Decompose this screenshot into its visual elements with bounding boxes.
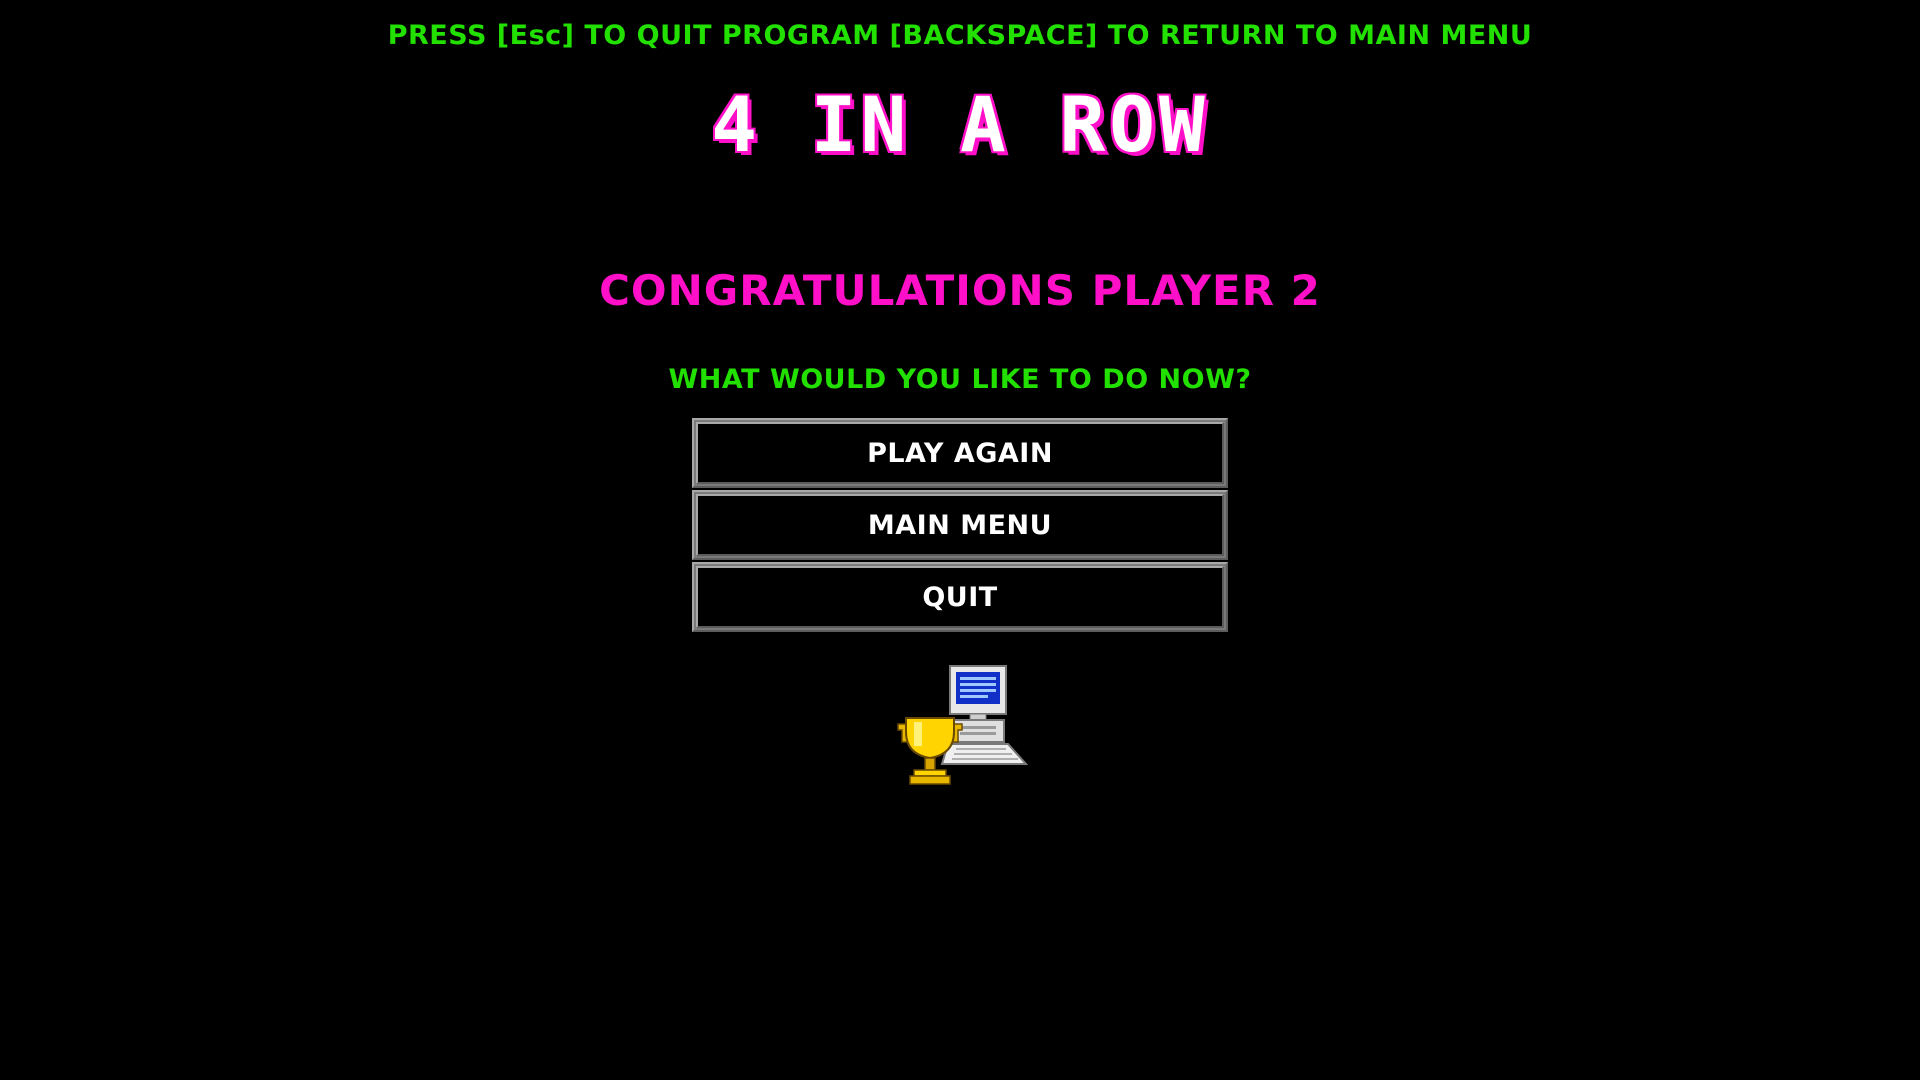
trophy-computer-illustration <box>897 665 1029 785</box>
post-game-menu: PLAY AGAIN MAIN MENU QUIT <box>692 418 1228 634</box>
keyboard-hint: PRESS [Esc] TO QUIT PROGRAM [BACKSPACE] … <box>387 20 1533 51</box>
game-title: 4 IN A ROW <box>710 79 1209 171</box>
play-again-button[interactable]: PLAY AGAIN <box>692 418 1228 488</box>
computer-icon <box>940 665 1029 765</box>
next-action-prompt: WHAT WOULD YOU LIKE TO DO NOW? <box>668 364 1252 395</box>
quit-button[interactable]: QUIT <box>692 562 1228 632</box>
win-message: CONGRATULATIONS PLAYER 2 <box>599 266 1321 315</box>
main-menu-button[interactable]: MAIN MENU <box>692 490 1228 560</box>
